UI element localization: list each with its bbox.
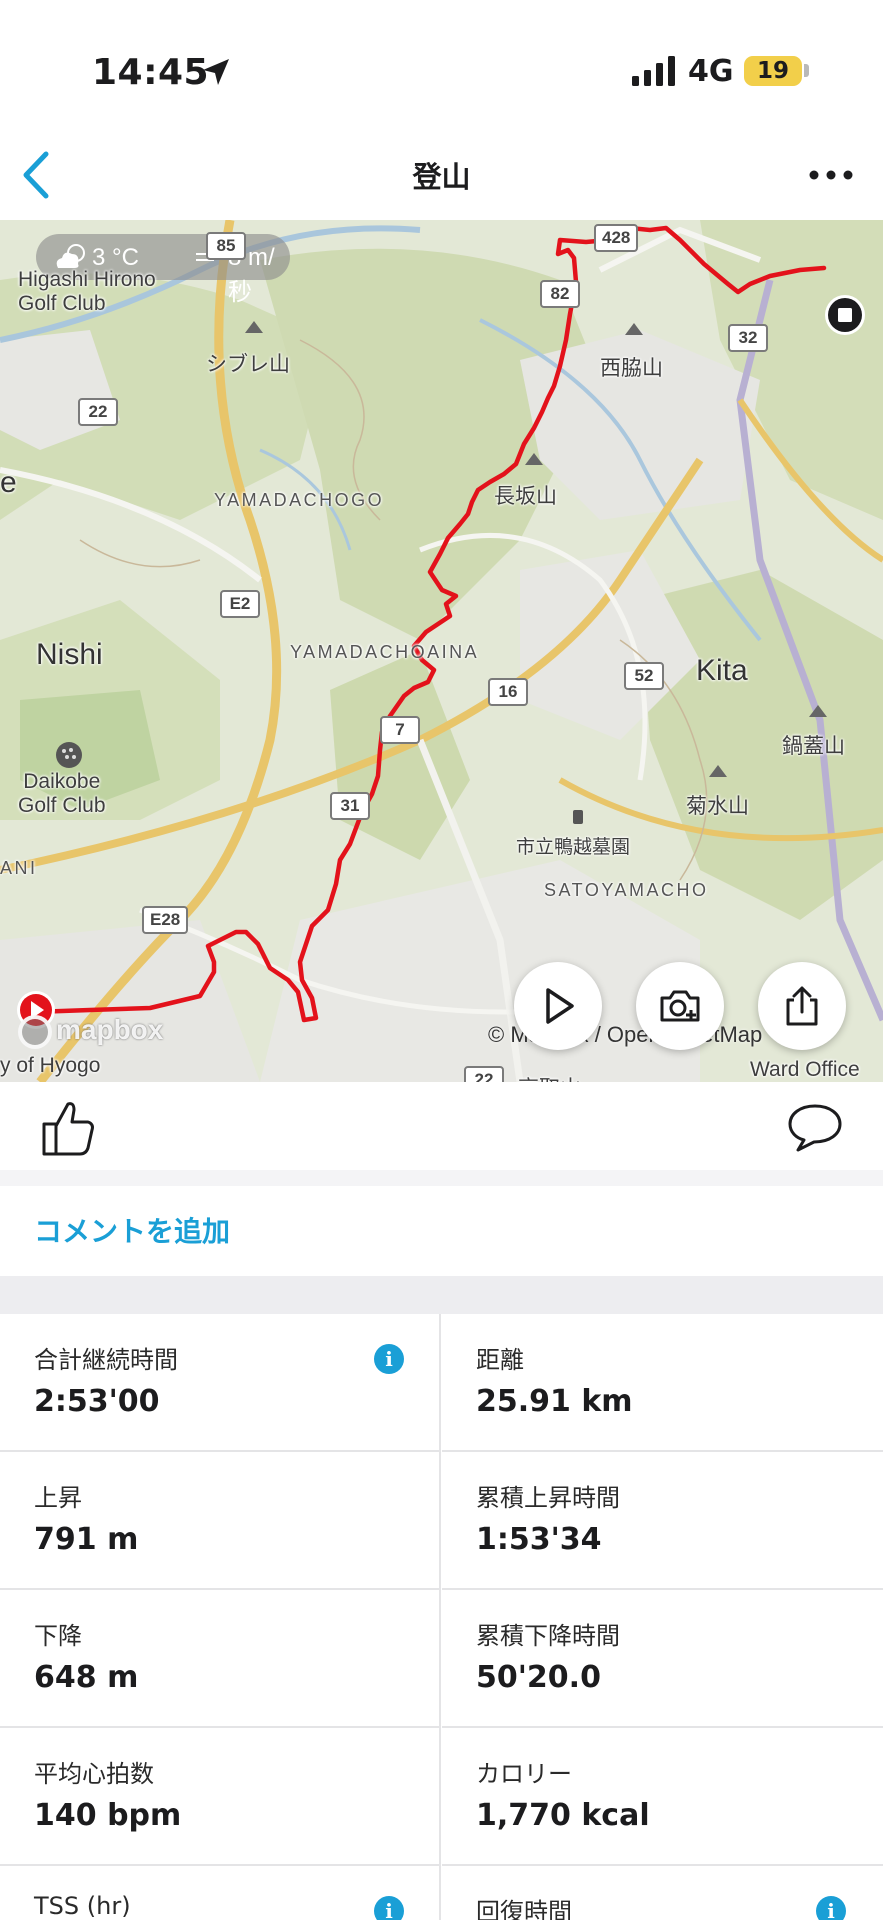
nav-bar: 登山 xyxy=(0,140,883,220)
location-arrow-icon xyxy=(203,59,229,85)
divider xyxy=(0,1170,883,1186)
stat-ascent: 上昇 791 m xyxy=(0,1452,441,1590)
more-options-icon[interactable] xyxy=(806,160,856,190)
road-shield: 31 xyxy=(330,792,370,820)
section-divider xyxy=(0,1276,883,1314)
stat-descent-time: 累積下降時間 50'20.0 xyxy=(442,1590,883,1728)
stat-tss: TSS (hr) i xyxy=(0,1866,441,1920)
play-route-button[interactable] xyxy=(514,962,602,1050)
info-icon[interactable]: i xyxy=(816,1896,846,1920)
map-label-ward: Kita xyxy=(696,654,748,687)
map-label-ward-office: Ward Office xyxy=(750,1058,860,1081)
peak-icon xyxy=(245,321,263,333)
page-title: 登山 xyxy=(412,160,471,194)
battery-icon: 19 xyxy=(744,56,802,86)
stats-grid: 合計継続時間 2:53'00 i 距離 25.91 km 上昇 791 m 累積… xyxy=(0,1314,883,1920)
stat-value: 2:53'00 xyxy=(34,1384,160,1419)
peak-icon xyxy=(809,705,827,717)
map-label-cemetery: 市立鴨越墓園 xyxy=(516,837,631,858)
map-label-district: SATOYAMACHO xyxy=(544,880,709,900)
info-icon[interactable]: i xyxy=(374,1344,404,1374)
golf-icon xyxy=(56,742,82,768)
stat-avg-heart-rate: 平均心拍数 140 bpm xyxy=(0,1728,441,1866)
stat-label: 距離 xyxy=(476,1346,524,1374)
map-label-edge: e xyxy=(0,466,17,499)
stat-value: 1:53'34 xyxy=(476,1522,602,1557)
stat-value: 140 bpm xyxy=(34,1798,182,1833)
stat-label: 平均心拍数 xyxy=(34,1760,154,1788)
road-shield: E2 xyxy=(220,590,260,618)
road-shield: 32 xyxy=(728,324,768,352)
action-row xyxy=(0,1082,883,1170)
cellular-signal-icon xyxy=(632,56,675,86)
info-icon[interactable]: i xyxy=(374,1896,404,1920)
map-label-peak: 西脇山 xyxy=(600,357,663,380)
stat-label: 下降 xyxy=(34,1622,82,1650)
stat-value: 791 m xyxy=(34,1522,139,1557)
stat-label: 回復時間 xyxy=(476,1898,572,1920)
road-shield: E28 xyxy=(142,906,189,934)
stat-value: 648 m xyxy=(34,1660,139,1695)
comment-bubble-icon[interactable] xyxy=(786,1102,844,1152)
thumbs-up-icon[interactable] xyxy=(40,1098,96,1158)
route-map[interactable]: 3 °C 8 m/秒 Higashi Hirono Golf Club シブレ山… xyxy=(0,220,883,1082)
stat-value: 1,770 kcal xyxy=(476,1798,650,1833)
battery-tip xyxy=(804,64,809,77)
map-label-district: YAMADACHOAINA xyxy=(290,642,480,662)
road-shield: 52 xyxy=(624,662,664,690)
add-comment-link[interactable]: コメントを追加 xyxy=(0,1186,883,1276)
cloudy-weather-icon xyxy=(56,244,85,268)
peak-icon xyxy=(709,765,727,777)
map-label-peak: 菊水山 xyxy=(686,795,749,818)
road-shield: 428 xyxy=(594,224,639,252)
stat-label: カロリー xyxy=(476,1760,572,1788)
stat-label: 上昇 xyxy=(34,1484,82,1512)
road-shield: 16 xyxy=(488,678,528,706)
map-label-partial: 高取山 xyxy=(518,1072,581,1082)
stat-label: 累積上昇時間 xyxy=(476,1484,620,1512)
map-label-district: YAMADACHOGO xyxy=(214,490,385,510)
map-label-peak: 鍋蓋山 xyxy=(782,735,845,758)
stat-distance: 距離 25.91 km xyxy=(442,1314,883,1452)
stat-descent: 下降 648 m xyxy=(0,1590,441,1728)
map-label-golf-club: Higashi Hirono Golf Club xyxy=(18,268,156,315)
route-end-marker-icon xyxy=(825,295,865,335)
map-label-peak: シブレ山 xyxy=(206,353,290,376)
share-button[interactable] xyxy=(758,962,846,1050)
stat-calories: カロリー 1,770 kcal xyxy=(442,1728,883,1866)
map-label-ward: Nishi xyxy=(36,638,103,671)
stat-label: 合計継続時間 xyxy=(34,1346,178,1374)
road-shield: 82 xyxy=(540,280,580,308)
map-label-golf-club: Daikobe Golf Club xyxy=(18,770,106,817)
map-label-edge: ANI xyxy=(0,858,38,878)
stat-ascent-time: 累積上昇時間 1:53'34 xyxy=(442,1452,883,1590)
peak-icon xyxy=(625,323,643,335)
peak-icon xyxy=(525,453,543,465)
stat-label: 累積下降時間 xyxy=(476,1622,620,1650)
cemetery-icon xyxy=(573,810,583,824)
stat-recovery-time: 回復時間 i xyxy=(442,1866,883,1920)
share-icon xyxy=(786,986,818,1026)
road-shield: 7 xyxy=(380,716,420,744)
network-type: 4G xyxy=(688,54,734,89)
play-icon xyxy=(546,988,574,1024)
stat-value: 50'20.0 xyxy=(476,1660,601,1695)
stat-total-duration: 合計継続時間 2:53'00 i xyxy=(0,1314,441,1452)
stat-label: TSS (hr) xyxy=(34,1892,131,1920)
stat-value: 25.91 km xyxy=(476,1384,633,1419)
camera-plus-icon xyxy=(660,990,700,1022)
mapbox-logo: mapbox xyxy=(18,1014,163,1052)
road-shield: 22 xyxy=(78,398,118,426)
add-photo-button[interactable] xyxy=(636,962,724,1050)
road-shield: 85 xyxy=(206,232,246,260)
map-label-edge: y of Hyogo xyxy=(0,1054,101,1077)
status-time: 14:45 xyxy=(92,52,210,93)
status-bar: 14:45 4G 19 xyxy=(0,0,883,140)
map-label-peak: 長坂山 xyxy=(494,485,557,508)
road-shield: 22 xyxy=(464,1066,504,1082)
add-comment-label: コメントを追加 xyxy=(34,1215,231,1248)
